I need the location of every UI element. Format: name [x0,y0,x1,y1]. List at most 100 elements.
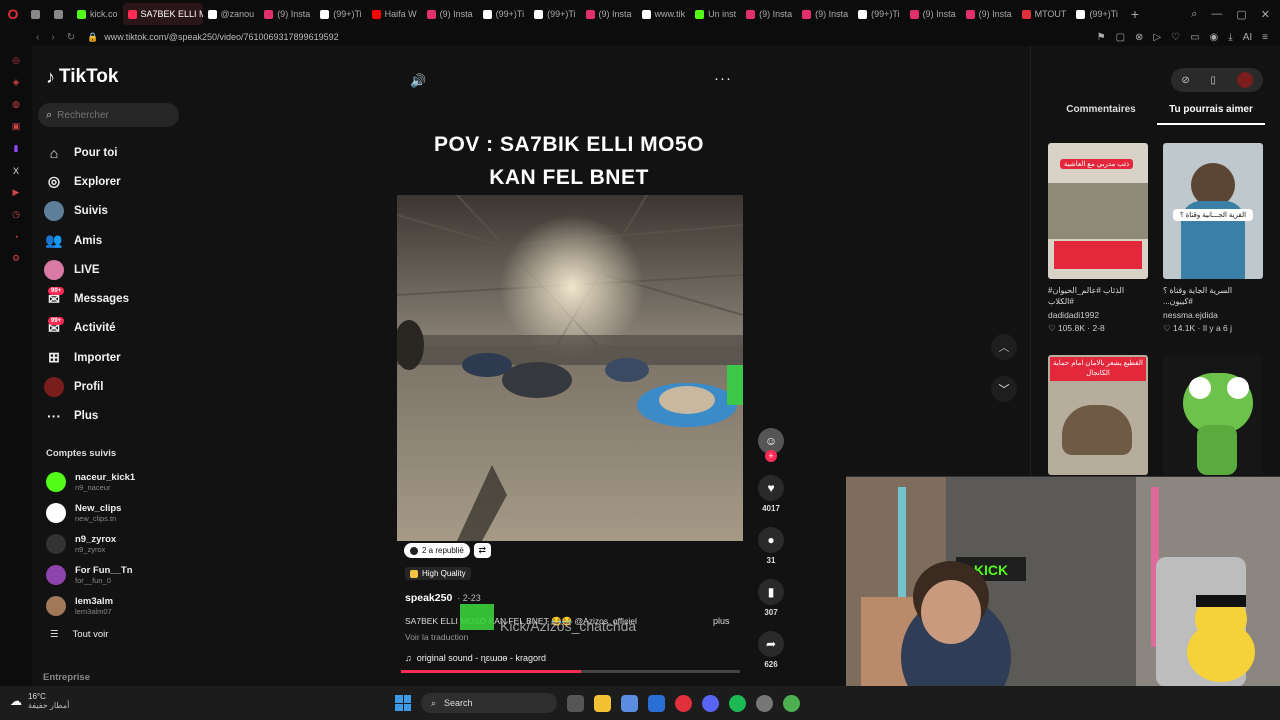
heart-icon[interactable]: ♡ [1171,32,1180,43]
opera-sidebar-icon[interactable]: ◔ [10,230,23,243]
opera-sidebar-icon[interactable]: ◍ [10,98,23,111]
search-input[interactable] [57,109,168,121]
card-user[interactable]: dadidadi1992 [1048,310,1148,320]
browser-tab[interactable]: kick.co [72,3,123,25]
followed-account[interactable]: New_clips new_clips.tn [46,499,176,527]
file-explorer-icon[interactable] [594,694,611,712]
repost-icon[interactable]: ⇄ [473,543,491,558]
windows-start-icon[interactable] [395,695,411,711]
nav-item-plus[interactable]: ··· Plus [44,402,184,431]
phone-icon[interactable]: ▯ [1210,75,1216,86]
opera-logo-icon[interactable]: O [0,0,26,28]
profile-icon[interactable]: ◉ [1210,32,1219,43]
spotify-icon[interactable] [729,694,746,712]
browser-tab[interactable] [26,3,49,25]
nav-item-pourtoi[interactable]: ⌂ Pour toi [44,138,184,167]
task-view-icon[interactable] [567,694,584,712]
download-icon[interactable]: ⤓ [1228,32,1232,43]
browser-tab[interactable]: (9) Insta [422,3,478,25]
followed-account[interactable]: lem3alm lem3alm07 [46,592,176,620]
video-player[interactable] [397,195,743,541]
tab-suggestions[interactable]: Tu pourrais aimer [1157,104,1265,125]
copilot-icon[interactable] [621,694,638,712]
suggested-video-card[interactable] [1163,355,1263,475]
minimize-icon[interactable]: — [1211,8,1222,21]
browser-tab[interactable]: (9) Insta [259,3,315,25]
see-all-button[interactable]: ☰ Tout voir [50,629,108,640]
video-progress-bar[interactable] [401,670,740,673]
browser-tab[interactable] [49,3,72,25]
snapshot-icon[interactable]: ▢ [1116,32,1125,43]
browser-tab[interactable]: @zanou [203,3,260,25]
more-description-button[interactable]: plus [713,616,730,626]
browser-tab[interactable]: (99+)Ti [853,3,904,25]
forward-icon[interactable]: › [51,32,54,43]
nav-item-importer[interactable]: ⊞ Importer [44,343,184,372]
volume-icon[interactable]: 🔊 [410,73,426,89]
opera-icon[interactable] [675,694,692,712]
x-icon[interactable]: X [10,164,23,177]
discord-icon[interactable] [702,694,719,712]
play-icon[interactable]: ▷ [1153,32,1161,43]
card-user[interactable]: nessma.ejdida [1163,310,1263,320]
search-box[interactable]: ⌕ [38,103,179,127]
like-button[interactable]: ♥ 4017 [757,475,785,513]
browser-tab[interactable]: (99+)Ti [478,3,529,25]
opera-sidebar-icon[interactable]: ◎ [10,54,23,67]
browser-tab[interactable]: (9) Insta [905,3,961,25]
followed-account[interactable]: naceur_kick1 n9_naceur [46,468,176,496]
browser-tab[interactable]: (9) Insta [797,3,853,25]
followed-account[interactable]: For Fun__Tn for__fun_0 [46,561,176,589]
settings-icon[interactable]: ⚙ [10,252,23,265]
url-field[interactable]: www.tiktok.com/@speak250/video/761006931… [104,32,338,42]
chrome-icon[interactable] [783,694,800,712]
browser-tab[interactable]: (99+)Ti [1071,3,1122,25]
search-icon[interactable]: ⌕ [1191,8,1197,21]
browser-tab[interactable]: MTOUT [1017,3,1072,25]
author-avatar[interactable]: ☺ + [757,428,785,462]
comment-button[interactable]: ● 31 [757,527,785,565]
browser-tab[interactable]: www.tik [637,3,691,25]
nav-item-activit[interactable]: ✉ 99+ Activité [44,314,184,343]
profile-avatar[interactable] [1236,72,1253,88]
maximize-icon[interactable]: ▢ [1236,8,1246,21]
block-icon[interactable]: ⊗ [1135,32,1143,43]
more-options-icon[interactable]: ··· [714,70,732,87]
author-line[interactable]: speak250 · 2-23 [405,592,481,604]
taskbar-search[interactable]: ⌕ Search [421,693,557,713]
follow-plus-icon[interactable]: + [765,450,777,462]
suggested-video-card[interactable]: القرية الجـــانية وقتاة ؟ السرية الجاية … [1163,143,1263,334]
wallet-icon[interactable]: ▭ [1190,32,1199,43]
steam-icon[interactable] [756,694,773,712]
browser-tab[interactable]: (99+)Ti [529,3,580,25]
translate-link[interactable]: Voir la traduction [405,632,468,642]
music-line[interactable]: ♫ original sound - ɳɛɯɑɵ - kragord [405,653,546,663]
compass-icon[interactable]: ⊘ [1181,75,1189,86]
author-name[interactable]: speak250 [405,592,452,604]
nav-item-amis[interactable]: 👥 Amis [44,226,184,255]
nav-item-profil[interactable]: Profil [44,372,184,401]
browser-tab[interactable]: (9) Insta [961,3,1017,25]
history-icon[interactable]: ◷ [10,208,23,221]
browser-tab[interactable]: (9) Insta [581,3,637,25]
browser-tab[interactable]: (99+)Ti [315,3,366,25]
browser-tab[interactable]: Haifa W [367,3,422,25]
tiktok-logo[interactable]: ♪ TikTok [46,66,118,88]
new-tab-icon[interactable]: + [1123,6,1147,22]
back-icon[interactable]: ‹ [36,32,39,43]
close-icon[interactable]: ✕ [1261,8,1270,21]
save-button[interactable]: ▮ 307 [757,579,785,617]
menu-icon[interactable]: ≡ [1262,32,1268,43]
followed-account[interactable]: n9_zyrox n9_zyrox [46,530,176,558]
browser-tab[interactable]: Un inst [690,3,741,25]
suggested-video-card[interactable]: القطيع يشعر بالامان امام حماية الكانجال [1048,355,1148,475]
browser-tab[interactable]: (9) Insta [741,3,797,25]
next-video-button[interactable]: ﹀ [991,376,1017,402]
weather-widget[interactable]: ☁ 16°C أمطار خفيفة [10,692,69,710]
nav-item-live[interactable]: LIVE [44,255,184,284]
ai-icon[interactable]: AI [1243,32,1252,43]
nav-item-suivis[interactable]: Suivis [44,197,184,226]
nav-item-explorer[interactable]: ◎ Explorer [44,167,184,196]
suggested-video-card[interactable]: ذئب مدربي مع العاشية الذئاب #عالم_الحيوا… [1048,143,1148,334]
browser-tab[interactable]: SA7BEK ELLI M [122,3,203,25]
